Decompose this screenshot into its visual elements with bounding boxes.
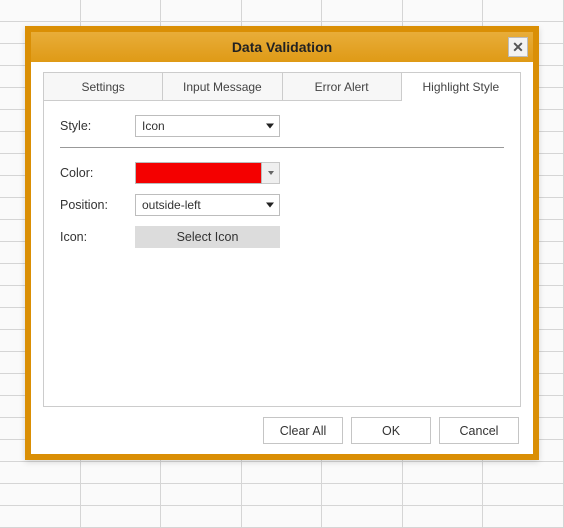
row-color: Color: (60, 162, 504, 184)
dialog-title: Data Validation (232, 39, 332, 55)
position-select[interactable]: outside-left (135, 194, 280, 216)
panel-highlight-style: Style: Icon Color: Position: (44, 101, 520, 406)
tab-label: Input Message (183, 80, 262, 94)
chevron-down-icon (266, 203, 274, 208)
position-label: Position: (60, 198, 135, 212)
tab-label: Highlight Style (423, 80, 500, 94)
tab-settings[interactable]: Settings (44, 73, 163, 101)
ok-button[interactable]: OK (351, 417, 431, 444)
style-select[interactable]: Icon (135, 115, 280, 137)
icon-label: Icon: (60, 230, 135, 244)
tab-error-alert[interactable]: Error Alert (283, 73, 402, 101)
chevron-down-icon (268, 171, 274, 175)
row-position: Position: outside-left (60, 194, 504, 216)
tab-input-message[interactable]: Input Message (163, 73, 282, 101)
data-validation-dialog: Data Validation ✕ Settings Input Message… (25, 26, 539, 460)
position-select-value: outside-left (142, 198, 201, 212)
dialog-titlebar: Data Validation ✕ (31, 32, 533, 62)
row-style: Style: Icon (60, 115, 504, 137)
tab-frame: Settings Input Message Error Alert Highl… (43, 72, 521, 407)
chevron-down-icon (266, 124, 274, 129)
row-icon: Icon: Select Icon (60, 226, 504, 248)
color-swatch (135, 162, 262, 184)
dialog-body: Settings Input Message Error Alert Highl… (31, 62, 533, 454)
divider (60, 147, 504, 148)
style-label: Style: (60, 119, 135, 133)
tab-highlight-style[interactable]: Highlight Style (402, 73, 520, 101)
color-dropdown-button[interactable] (262, 162, 280, 184)
style-select-value: Icon (142, 119, 165, 133)
tab-label: Error Alert (315, 80, 369, 94)
dialog-footer: Clear All OK Cancel (43, 407, 521, 446)
tab-strip: Settings Input Message Error Alert Highl… (44, 73, 520, 101)
tab-label: Settings (81, 80, 124, 94)
cancel-button[interactable]: Cancel (439, 417, 519, 444)
close-icon[interactable]: ✕ (508, 37, 528, 57)
clear-all-button[interactable]: Clear All (263, 417, 343, 444)
color-picker[interactable] (135, 162, 280, 184)
color-label: Color: (60, 166, 135, 180)
select-icon-button[interactable]: Select Icon (135, 226, 280, 248)
